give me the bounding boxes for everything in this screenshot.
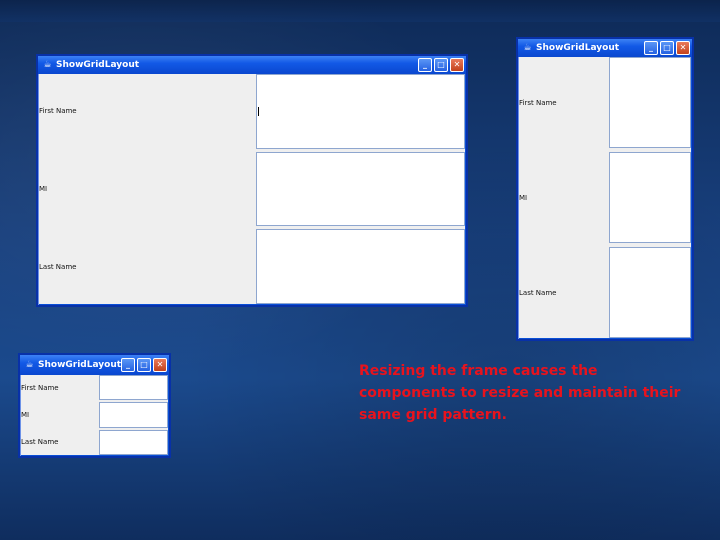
last-name-field[interactable] <box>609 247 691 338</box>
minimize-icon[interactable]: _ <box>121 358 135 372</box>
maximize-icon[interactable]: □ <box>434 58 448 72</box>
first-name-label: First Name <box>519 98 557 107</box>
mi-label: MI <box>519 193 528 202</box>
first-name-field[interactable] <box>256 74 465 149</box>
mi-label: MI <box>21 410 30 419</box>
showgridlayout-window-wide[interactable]: ☕ ShowGridLayout _ □ ✕ First Name MI Las… <box>36 54 468 307</box>
java-cup-icon: ☕ <box>523 42 532 53</box>
grid-content: First Name MI Last Name <box>39 74 465 304</box>
first-name-field[interactable] <box>609 57 691 148</box>
grid-content: First Name MI Last Name <box>21 375 168 455</box>
last-name-label: Last Name <box>519 288 557 297</box>
mi-label: MI <box>39 184 48 193</box>
java-cup-icon: ☕ <box>43 59 52 70</box>
window-title: ShowGridLayout <box>536 43 620 53</box>
mi-field[interactable] <box>99 402 168 428</box>
maximize-icon[interactable]: □ <box>137 358 151 372</box>
java-cup-icon: ☕ <box>25 359 34 370</box>
showgridlayout-window-small[interactable]: ☕ ShowGridLayout _ □ ✕ First Name MI Las… <box>18 353 171 458</box>
close-icon[interactable]: ✕ <box>450 58 464 72</box>
title-bar[interactable]: ☕ ShowGridLayout _ □ ✕ <box>20 355 169 375</box>
window-title: ShowGridLayout <box>56 60 140 70</box>
first-name-label: First Name <box>39 107 77 116</box>
grid-content: First Name MI Last Name <box>519 57 691 338</box>
first-name-field[interactable] <box>99 375 168 401</box>
mi-field[interactable] <box>256 151 465 227</box>
title-bar[interactable]: ☕ ShowGridLayout _ □ ✕ <box>38 56 466 74</box>
close-icon[interactable]: ✕ <box>676 41 690 55</box>
close-icon[interactable]: ✕ <box>153 358 167 372</box>
minimize-icon[interactable]: _ <box>644 41 658 55</box>
last-name-label: Last Name <box>39 262 77 271</box>
mi-field[interactable] <box>609 152 691 243</box>
maximize-icon[interactable]: □ <box>660 41 674 55</box>
slide-caption: Resizing the frame causes the components… <box>359 363 681 423</box>
showgridlayout-window-tall[interactable]: ☕ ShowGridLayout _ □ ✕ First Name MI Las… <box>516 37 694 341</box>
last-name-field[interactable] <box>256 229 465 304</box>
minimize-icon[interactable]: _ <box>418 58 432 72</box>
title-bar[interactable]: ☕ ShowGridLayout _ □ ✕ <box>518 39 692 57</box>
slide-top-band <box>0 0 720 22</box>
text-caret <box>258 107 259 116</box>
window-title: ShowGridLayout <box>38 360 121 370</box>
last-name-label: Last Name <box>21 438 59 447</box>
first-name-label: First Name <box>21 383 59 392</box>
last-name-field[interactable] <box>99 429 168 455</box>
